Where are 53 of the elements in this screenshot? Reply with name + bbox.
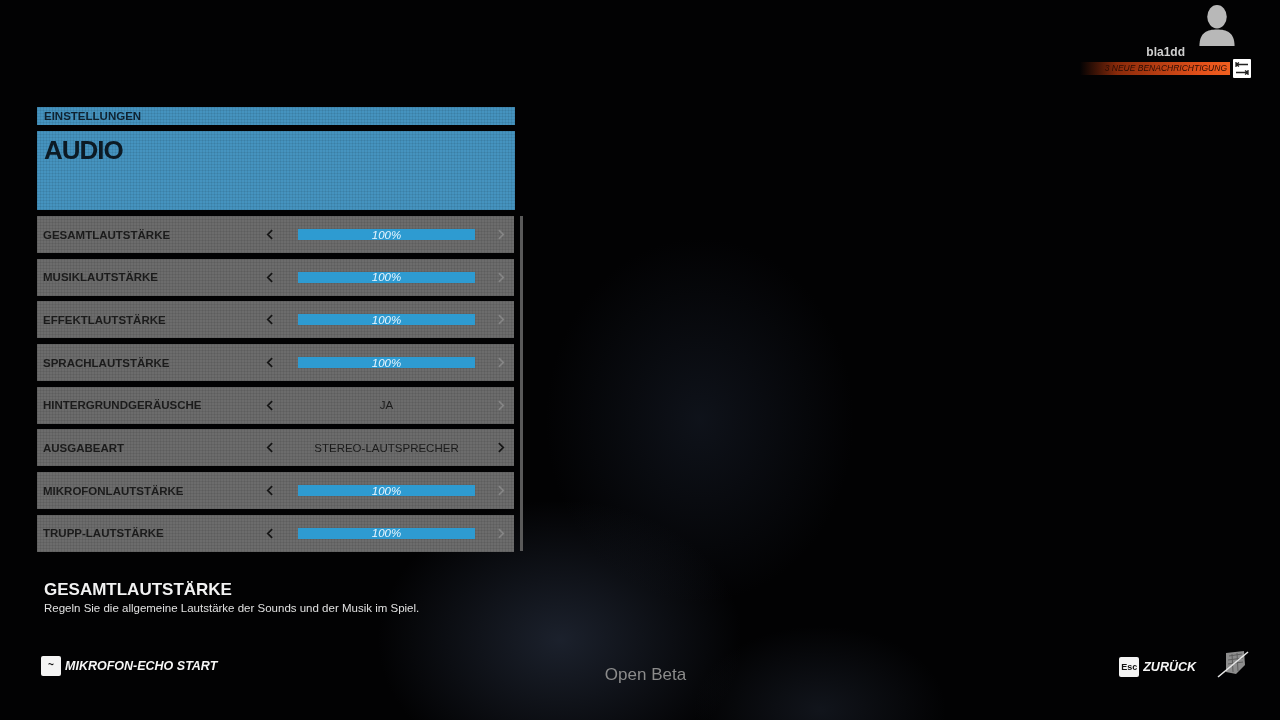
setting-label: EFFEKTLAUTSTÄRKE bbox=[43, 313, 167, 326]
setting-label: SPRACHLAUTSTÄRKE bbox=[43, 356, 171, 369]
chevron-right-icon[interactable] bbox=[498, 442, 505, 454]
back-link[interactable]: ZURÜCK bbox=[1143, 660, 1196, 674]
username: bla1dd bbox=[1146, 45, 1185, 59]
logo-icon bbox=[1216, 650, 1250, 678]
description-text: Regeln Sie die allgemeine Lautstärke der Sounds und der Musik im Spiel. bbox=[44, 600, 420, 615]
slider-track[interactable]: 100% bbox=[298, 229, 475, 240]
setting-row[interactable]: MIKROFONLAUTSTÄRKE 100% bbox=[37, 472, 514, 510]
scrollbar[interactable] bbox=[520, 216, 523, 551]
slider-track[interactable]: 100% bbox=[298, 527, 475, 539]
key-hint: Esc bbox=[1119, 657, 1140, 677]
slider-track[interactable]: 100% bbox=[298, 357, 475, 369]
setting-label: TRUPP-LAUTSTÄRKE bbox=[43, 527, 165, 540]
option-value: JA bbox=[379, 399, 394, 412]
slider-value: 100% bbox=[371, 228, 402, 241]
mic-echo-link[interactable]: MIKROFON-ECHO START bbox=[65, 659, 218, 673]
setting-label: MUSIKLAUTSTÄRKE bbox=[43, 271, 159, 284]
section-header: EINSTELLUNGEN bbox=[37, 107, 515, 125]
chevron-left-icon[interactable] bbox=[266, 271, 273, 283]
chevron-left-icon[interactable] bbox=[266, 229, 273, 240]
setting-label: HINTERGRUNDGERÄUSCHE bbox=[43, 399, 203, 412]
setting-row[interactable]: EFFEKTLAUTSTÄRKE 100% bbox=[37, 301, 514, 339]
slider-value: 100% bbox=[371, 313, 402, 326]
arrows-icon[interactable] bbox=[1233, 59, 1251, 78]
setting-row[interactable]: AUSGABEART STEREO-LAUTSPRECHER bbox=[37, 429, 514, 467]
chevron-left-icon[interactable] bbox=[266, 357, 273, 369]
key-hint: ~ bbox=[41, 656, 61, 676]
slider-track[interactable]: 100% bbox=[298, 271, 475, 283]
slider-value: 100% bbox=[371, 527, 402, 540]
setting-label: MIKROFONLAUTSTÄRKE bbox=[43, 484, 185, 497]
chevron-left-icon[interactable] bbox=[266, 485, 273, 497]
setting-row[interactable]: TRUPP-LAUTSTÄRKE 100% bbox=[37, 514, 514, 552]
slider-value: 100% bbox=[371, 484, 402, 497]
build-label: Open Beta bbox=[604, 665, 687, 685]
setting-label: AUSGABEART bbox=[43, 441, 126, 454]
page-title: AUDIO bbox=[44, 135, 123, 165]
setting-row[interactable]: MUSIKLAUTSTÄRKE 100% bbox=[37, 258, 514, 296]
option-value: STEREO-LAUTSPRECHER bbox=[314, 441, 459, 454]
slider-track[interactable]: 100% bbox=[298, 314, 475, 326]
setting-row[interactable]: SPRACHLAUTSTÄRKE 100% bbox=[37, 344, 514, 382]
chevron-left-icon[interactable] bbox=[266, 442, 273, 454]
chevron-left-icon[interactable] bbox=[266, 527, 273, 539]
slider-track[interactable]: 100% bbox=[298, 485, 475, 497]
chevron-left-icon[interactable] bbox=[266, 314, 273, 326]
avatar-icon[interactable] bbox=[1199, 5, 1235, 46]
slider-value: 100% bbox=[371, 271, 402, 284]
setting-label: GESAMTLAUTSTÄRKE bbox=[43, 228, 172, 241]
setting-row[interactable]: HINTERGRUNDGERÄUSCHE JA bbox=[37, 386, 514, 424]
chevron-left-icon[interactable] bbox=[266, 399, 273, 411]
slider-value: 100% bbox=[371, 356, 402, 369]
setting-row[interactable]: GESAMTLAUTSTÄRKE 100% bbox=[37, 216, 514, 253]
description-title: GESAMTLAUTSTÄRKE bbox=[44, 579, 232, 600]
